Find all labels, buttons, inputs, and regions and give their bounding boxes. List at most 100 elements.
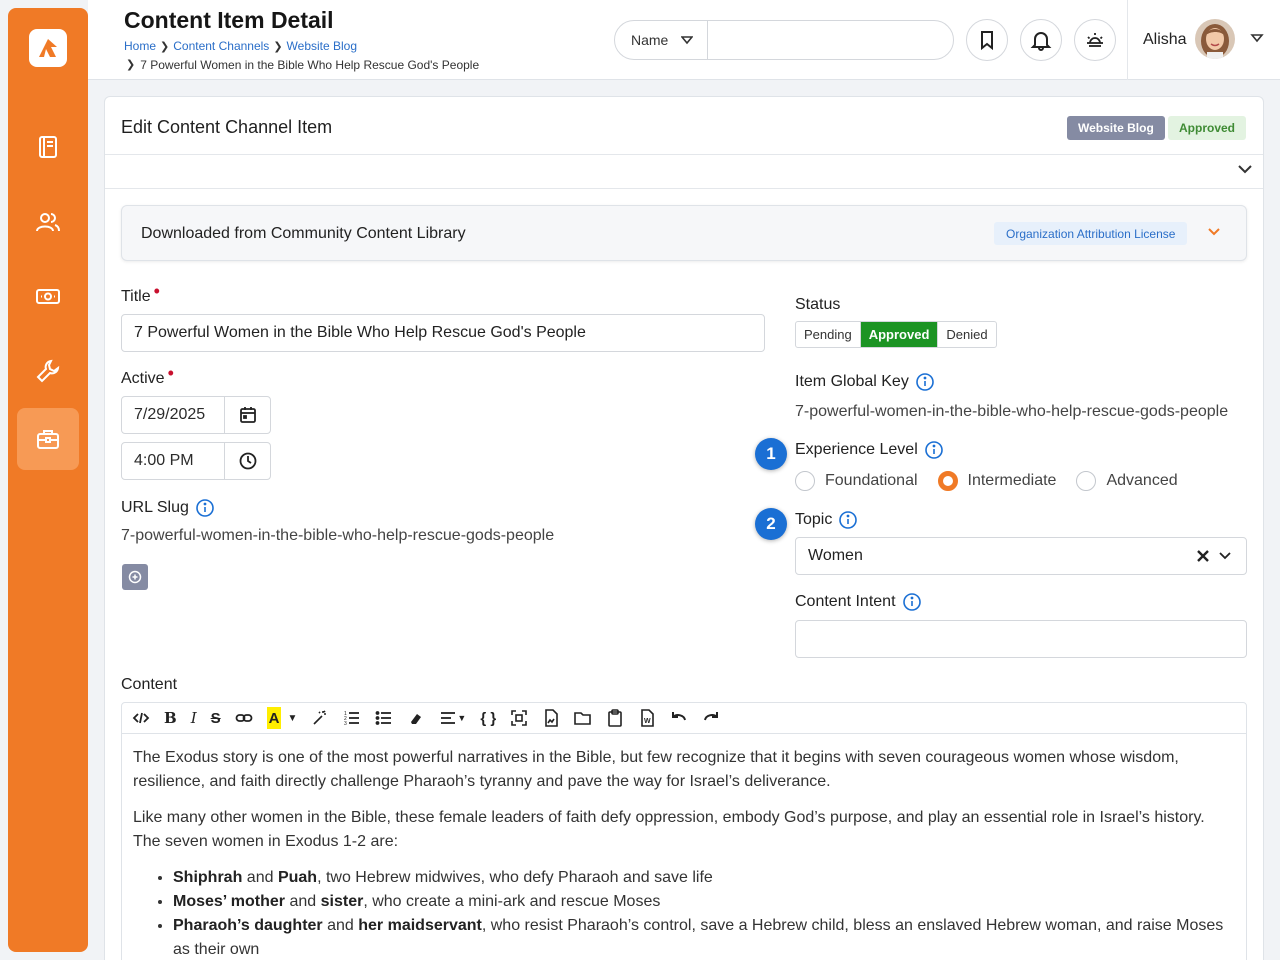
avatar[interactable]	[1195, 19, 1235, 59]
breadcrumb: Home ❯ Content Channels ❯ Website Blog	[124, 39, 357, 53]
chevron-down-icon[interactable]	[1236, 163, 1254, 175]
status-denied-option[interactable]: Denied	[938, 322, 995, 347]
add-slug-button[interactable]	[122, 564, 148, 590]
search-input[interactable]	[708, 21, 953, 59]
numbered-list-icon: 123	[344, 711, 360, 727]
content-intent-input[interactable]	[795, 620, 1247, 658]
callout-badge-1: 1	[755, 438, 787, 470]
experience-advanced-option[interactable]: Advanced	[1076, 471, 1178, 491]
fullscreen-button[interactable]	[510, 707, 528, 729]
channel-badge: Website Blog	[1067, 116, 1165, 140]
breadcrumb-separator-icon: ❯	[160, 40, 170, 53]
sidebar-item-content[interactable]	[17, 116, 79, 178]
paste-button[interactable]	[606, 707, 624, 729]
calendar-button[interactable]	[225, 397, 270, 433]
rock-logo-icon[interactable]	[29, 29, 67, 67]
svg-text:W: W	[644, 718, 651, 725]
image-button[interactable]	[542, 707, 560, 729]
radio-button[interactable]	[1076, 471, 1097, 491]
undo-icon	[672, 712, 687, 721]
link-icon	[235, 714, 253, 722]
breadcrumb-website-blog[interactable]: Website Blog	[287, 39, 357, 53]
redo-icon	[704, 712, 719, 721]
experience-intermediate-option[interactable]: Intermediate	[937, 471, 1056, 491]
info-icon[interactable]	[195, 498, 215, 518]
sidebar-item-people[interactable]	[17, 191, 79, 253]
radio-button-checked[interactable]	[937, 471, 958, 491]
breadcrumb-home[interactable]: Home	[124, 39, 156, 53]
italic-button[interactable]: I	[191, 707, 197, 729]
license-badge: Organization Attribution License	[994, 222, 1188, 245]
bold-button[interactable]: B	[164, 707, 177, 729]
clear-formatting-button[interactable]	[407, 707, 425, 729]
sidebar-item-finance[interactable]	[17, 265, 79, 327]
status-label: Status	[795, 296, 841, 313]
theme-toggle-button[interactable]	[1074, 19, 1116, 61]
status-toggle-group: Pending Approved Denied	[795, 321, 997, 348]
image-file-icon	[545, 709, 558, 727]
magic-wand-button[interactable]	[311, 707, 329, 729]
content-editor: B I S A ▼ 123 ▼ { } W The Exodus story i…	[121, 702, 1247, 960]
numbered-list-button[interactable]: 123	[343, 707, 361, 729]
code-icon	[132, 712, 150, 724]
align-button[interactable]: ▼	[439, 707, 466, 729]
info-icon[interactable]	[902, 592, 922, 612]
undo-button[interactable]	[670, 707, 688, 729]
align-dropdown-caret-icon: ▼	[457, 713, 467, 723]
sidebar	[8, 8, 88, 952]
strikethrough-button[interactable]: S	[211, 707, 221, 729]
clock-icon	[239, 452, 256, 470]
word-file-icon: W	[641, 709, 654, 727]
topic-select[interactable]: Women	[795, 537, 1247, 575]
chevron-down-icon[interactable]	[1206, 226, 1222, 238]
info-icon[interactable]	[915, 372, 935, 392]
bullet-list-button[interactable]	[375, 707, 393, 729]
lava-button[interactable]: { }	[480, 707, 496, 729]
paste-word-button[interactable]: W	[638, 707, 656, 729]
breadcrumb-content-channels[interactable]: Content Channels	[173, 39, 269, 53]
edit-content-item-card: Edit Content Channel Item Website Blog A…	[104, 96, 1264, 960]
status-approved-option[interactable]: Approved	[859, 322, 939, 347]
chevron-down-icon[interactable]	[1218, 550, 1232, 562]
book-icon	[39, 136, 57, 158]
divider	[105, 188, 1263, 189]
link-button[interactable]	[235, 707, 253, 729]
global-key-value: 7-powerful-women-in-the-bible-who-help-r…	[795, 403, 1229, 420]
sidebar-item-admin-tools[interactable]	[17, 340, 79, 402]
top-header: Content Item Detail Home ❯ Content Chann…	[88, 0, 1280, 80]
code-view-button[interactable]	[132, 707, 150, 729]
clear-icon[interactable]	[1196, 549, 1210, 563]
active-label: Active •	[121, 363, 174, 387]
bookmark-icon	[981, 31, 993, 51]
breadcrumb-current-row: ❯ 7 Powerful Women in the Bible Who Help…	[126, 58, 479, 72]
breadcrumb-separator-icon: ❯	[273, 40, 283, 53]
user-name[interactable]: Alisha	[1143, 31, 1187, 49]
experience-level-radio-group: Foundational Intermediate Advanced	[795, 471, 1198, 491]
highlight-dropdown-caret-icon[interactable]: ▼	[287, 707, 297, 729]
library-panel[interactable]: Downloaded from Community Content Librar…	[121, 205, 1247, 261]
active-date-picker[interactable]: 7/29/2025	[121, 396, 271, 434]
search-scope-select[interactable]: Name	[615, 21, 708, 59]
file-browser-button[interactable]	[574, 707, 592, 729]
info-icon[interactable]	[924, 440, 944, 460]
status-pending-option[interactable]: Pending	[796, 322, 860, 347]
title-input[interactable]: 7 Powerful Women in the Bible Who Help R…	[121, 314, 765, 352]
active-time-input[interactable]: 4:00 PM	[122, 443, 225, 479]
divider	[105, 154, 1263, 155]
caret-down-icon	[681, 36, 693, 45]
user-menu-caret-icon[interactable]	[1250, 32, 1264, 44]
notifications-button[interactable]	[1020, 19, 1062, 61]
active-time-picker[interactable]: 4:00 PM	[121, 442, 271, 480]
sidebar-item-cms[interactable]	[17, 408, 79, 470]
clock-button[interactable]	[225, 443, 270, 479]
content-label: Content	[121, 676, 178, 693]
active-date-input[interactable]: 7/29/2025	[122, 397, 225, 433]
editor-content[interactable]: The Exodus story is one of the most powe…	[122, 734, 1246, 960]
redo-button[interactable]	[702, 707, 720, 729]
highlight-button[interactable]: A	[266, 707, 282, 729]
radio-button[interactable]	[795, 471, 815, 491]
align-icon	[441, 712, 456, 724]
info-icon[interactable]	[838, 510, 858, 530]
bookmark-button[interactable]	[966, 19, 1008, 61]
experience-foundational-option[interactable]: Foundational	[795, 471, 918, 491]
